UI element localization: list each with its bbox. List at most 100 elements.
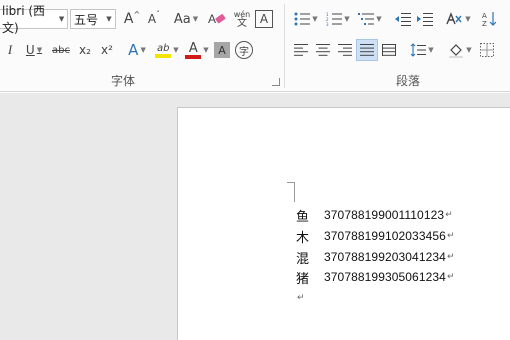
line-number: 370788199102033456 [324,229,446,243]
line-number: 370788199001110123 [324,208,445,222]
line-name: 木 [296,230,310,246]
character-shading-icon: A [218,43,226,57]
decrease-indent-icon [395,13,411,26]
superscript-button[interactable]: x² [96,39,118,61]
chevron-down-icon: ▼ [58,15,65,23]
shrink-font-button[interactable]: Aˇ [143,8,165,30]
distributed-icon [382,44,396,56]
svg-text:3: 3 [326,22,329,26]
phonetic-guide-button[interactable]: wén 文 [231,8,253,30]
font-row-1: libri (西文) ▼ 五号 ▼ A ^ Aˇ Aa ▼ A wén 文 A [0,4,273,35]
sort-icon: AZ [482,12,496,27]
phonetic-bottom: 文 [237,18,247,29]
paragraph-mark: ↵ [445,210,453,220]
paragraph-group-label: 段落 [396,74,421,88]
font-size-value: 五号 [74,12,99,27]
document-line[interactable]: ↵ [296,288,305,308]
line-spacing-icon [410,43,427,57]
italic-icon: I [7,42,13,57]
numbered-list-icon: 123 [326,12,343,26]
font-color-button[interactable]: A ▼ [182,39,212,61]
align-left-button[interactable] [290,39,312,61]
align-left-icon [294,44,308,56]
highlight-button[interactable]: ab ▼ [152,39,182,61]
align-right-icon [338,44,352,56]
text-effect-icon: A [128,41,139,59]
font-color-icon: A [188,40,198,56]
borders-button[interactable] [476,39,498,61]
shrink-font-icon: A [147,12,157,26]
ribbon: libri (西文) ▼ 五号 ▼ A ^ Aˇ Aa ▼ A wén 文 A I [0,0,510,92]
chinese-layout-button[interactable]: ▼ [442,8,474,30]
margin-corner-mark [294,182,295,202]
highlighter-icon: ab [157,42,170,54]
superscript-icon: x² [101,43,113,57]
character-shading-button[interactable]: A [214,42,230,58]
character-border-button[interactable]: A [255,10,273,28]
svg-text:Z: Z [482,20,487,27]
grow-font-button[interactable]: A ^ [121,8,143,30]
enclose-characters-icon: 字 [239,46,249,58]
font-name-value: libri (西文) [2,4,46,35]
font-color-bar [185,54,202,59]
font-group-label: 字体 [111,74,136,88]
character-border-icon: A [259,12,269,26]
borders-icon [480,43,494,57]
decrease-indent-button[interactable] [392,8,414,30]
document-line[interactable]: 猪 370788199305061234 ↵ [296,267,454,287]
bullet-list-icon [294,12,311,26]
multilevel-list-button[interactable]: ▼ [354,8,386,30]
multilevel-list-icon [358,13,375,25]
paint-bucket-icon [449,44,464,58]
italic-button[interactable]: I [0,39,20,61]
line-name: 混 [296,251,310,267]
distributed-button[interactable] [378,39,400,61]
justify-icon [360,44,374,56]
font-size-combo[interactable]: 五号 ▼ [70,9,116,29]
grow-font-icon: A [123,11,134,27]
justify-button[interactable] [356,39,378,61]
enclose-characters-button[interactable]: 字 [235,41,253,59]
subscript-button[interactable]: x₂ [74,39,96,61]
document-line[interactable]: 木 370788199102033456 ↵ [296,226,454,246]
font-name-combo[interactable]: libri (西文) ▼ [0,4,68,35]
align-right-button[interactable] [334,39,356,61]
group-divider [284,4,285,88]
text-effect-button[interactable]: A ▼ [122,39,152,61]
align-center-icon [316,44,330,56]
sort-button[interactable]: AZ [478,8,500,30]
paragraph-row-1: ▼ 1 2 3 ▼ ▼ ▼ AZ [290,6,500,32]
line-number: 370788199305061234 [324,270,446,284]
align-center-button[interactable] [312,39,334,61]
underline-icon: U [25,43,35,57]
line-name: 猪 [296,271,310,287]
chevron-down-icon: ▼ [106,15,112,23]
eraser-icon: A [208,12,226,26]
svg-text:A: A [482,12,487,20]
highlight-color-bar [155,53,172,58]
bullets-button[interactable]: ▼ [290,8,322,30]
increase-indent-button[interactable] [414,8,436,30]
chinese-layout-icon [446,12,462,25]
change-case-button[interactable]: Aa ▼ [171,8,201,30]
shading-button[interactable]: ▼ [444,39,476,61]
font-row-2: I U ▼ abc x₂ x² A ▼ ab ▼ A ▼ A 字 [0,37,253,63]
font-dialog-launcher[interactable] [272,78,280,86]
line-name: 鱼 [296,209,310,225]
paragraph-row-2: ▼ ▼ [290,37,498,63]
paragraph-mark: ↵ [446,272,455,282]
clear-formatting-button[interactable]: A [205,8,229,30]
change-case-icon: Aa [173,11,191,27]
numbering-button[interactable]: 1 2 3 ▼ [322,8,354,30]
underline-button[interactable]: U ▼ [20,39,48,61]
document-line[interactable]: 混 370788199203041234 ↵ [296,247,454,267]
line-spacing-button[interactable]: ▼ [406,39,438,61]
increase-indent-icon [417,13,433,26]
paragraph-mark: ↵ [446,252,455,262]
document-line[interactable]: 鱼 370788199001110123 ↵ [296,205,453,225]
svg-text:A: A [208,12,216,26]
strikethrough-button[interactable]: abc [48,39,74,61]
line-number: 370788199203041234 [324,250,446,264]
paragraph-mark: ↵ [297,293,305,303]
strikethrough-icon: abc [52,44,70,56]
